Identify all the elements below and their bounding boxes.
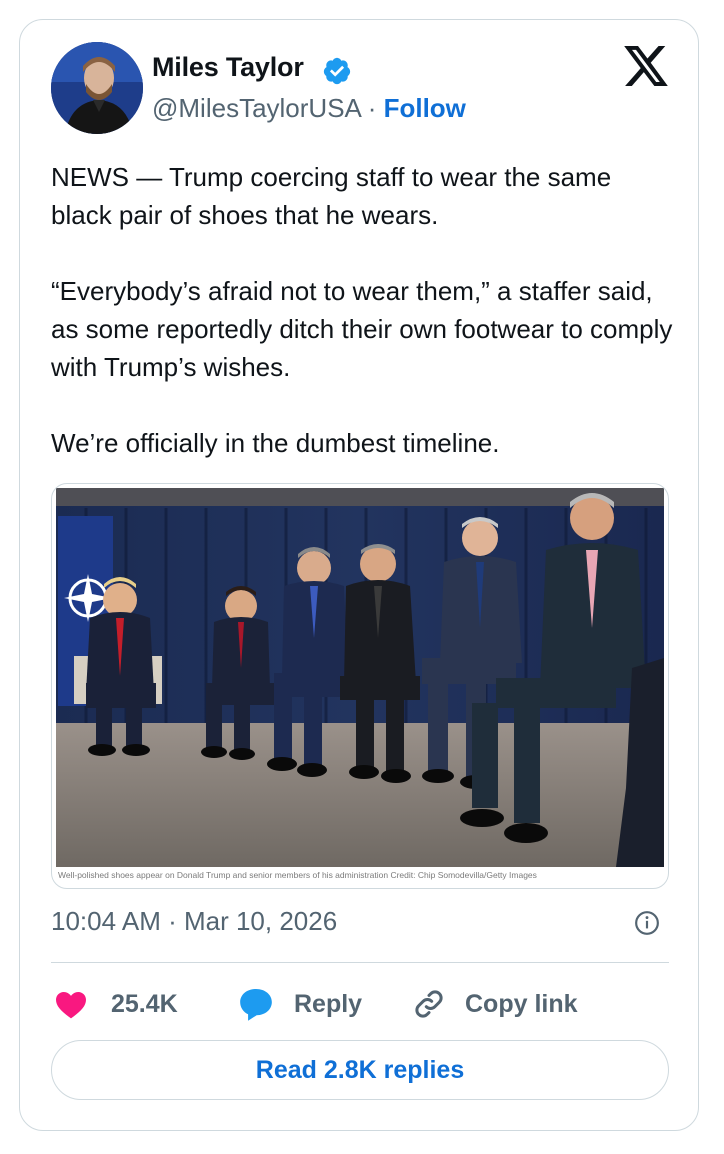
separator-dot: · — [367, 93, 377, 123]
verified-badge-icon — [323, 57, 351, 85]
author-name[interactable]: Miles Taylor — [152, 52, 304, 83]
copy-link-button[interactable]: Copy link — [411, 982, 578, 1026]
tweet-timestamp[interactable]: 10:04 AM · Mar 10, 2026 — [51, 906, 337, 937]
like-button[interactable]: 25.4K — [51, 982, 178, 1026]
author-handle-row: @MilesTaylorUSA · Follow — [152, 93, 466, 124]
follow-button[interactable]: Follow — [384, 93, 466, 123]
like-count: 25.4K — [111, 989, 178, 1018]
tweet-paragraph: NEWS — Trump coercing staff to wear the … — [51, 162, 612, 230]
divider — [51, 962, 669, 963]
heart-icon — [56, 992, 86, 1019]
tweet-paragraph: We’re officially in the dumbest timeline… — [51, 428, 500, 458]
tweet-text: NEWS — Trump coercing staff to wear the … — [51, 158, 676, 500]
photo-caption: Well-polished shoes appear on Donald Tru… — [58, 870, 537, 880]
read-replies-label: Read 2.8K replies — [255, 1055, 465, 1084]
reply-button[interactable]: Reply — [236, 982, 362, 1026]
tweet-media[interactable]: Well-polished shoes appear on Donald Tru… — [51, 483, 669, 889]
tweet-paragraph: “Everybody’s afraid not to wear them,” a… — [51, 276, 673, 382]
link-icon — [415, 990, 443, 1018]
read-replies-button[interactable]: Read 2.8K replies — [51, 1040, 669, 1100]
info-icon[interactable] — [634, 910, 660, 936]
tweet-photo — [56, 488, 664, 867]
avatar[interactable] — [51, 42, 143, 134]
reply-label: Reply — [294, 989, 363, 1018]
x-logo-icon[interactable] — [624, 46, 668, 86]
author-handle[interactable]: @MilesTaylorUSA — [152, 93, 360, 123]
action-bar: 25.4K Reply Copy link — [51, 982, 669, 1026]
reply-bubble-icon — [240, 988, 272, 1021]
copy-link-label: Copy link — [465, 989, 578, 1018]
